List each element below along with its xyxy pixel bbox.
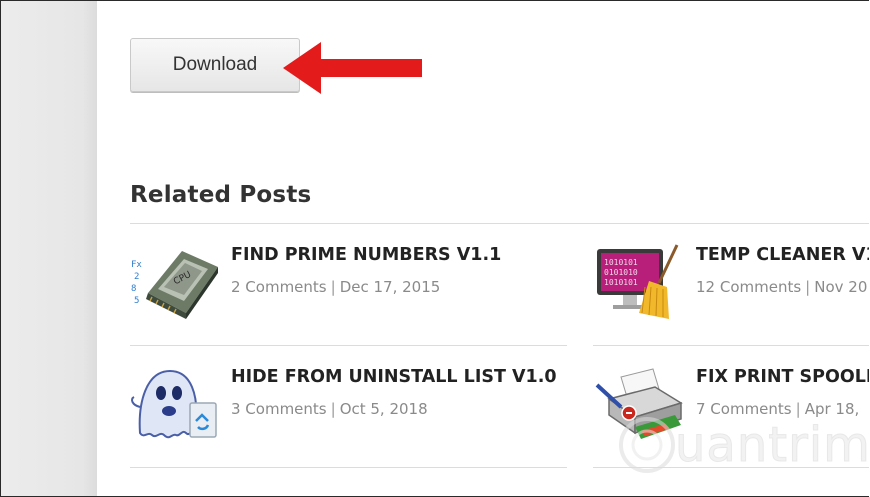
svg-text:1010101: 1010101 <box>604 258 638 267</box>
post-date: Nov 20 <box>814 278 868 296</box>
post-comments-link[interactable]: 2 Comments <box>231 278 327 296</box>
post-comments-link[interactable]: 3 Comments <box>231 400 327 418</box>
red-arrow-icon <box>283 42 422 94</box>
svg-text:Fx: Fx <box>131 260 142 270</box>
post-title[interactable]: TEMP CLEANER V1 <box>696 245 869 265</box>
post-row-divider <box>130 345 567 346</box>
post-meta: 12 Comments | Nov 20 <box>696 278 867 296</box>
meta-separator: | <box>805 278 811 296</box>
watermark-logo-icon <box>619 417 675 473</box>
post-title[interactable]: FIND PRIME NUMBERS V1.1 <box>231 245 501 265</box>
download-button[interactable]: Download <box>130 38 300 92</box>
heading-divider <box>130 223 869 224</box>
meta-separator: | <box>330 400 336 418</box>
meta-separator: | <box>330 278 336 296</box>
related-posts-heading: Related Posts <box>130 182 312 208</box>
left-gutter <box>1 1 97 496</box>
watermark-text: uantrimang <box>674 417 869 474</box>
post-comments-link[interactable]: 12 Comments <box>696 278 801 296</box>
post-row-divider <box>593 345 869 346</box>
ghost-icon[interactable] <box>130 363 220 443</box>
svg-text:2: 2 <box>134 272 139 282</box>
post-title[interactable]: FIX PRINT SPOOLE <box>696 367 869 387</box>
post-title[interactable]: HIDE FROM UNINSTALL LIST V1.0 <box>231 367 557 387</box>
monitor-broom-icon[interactable]: 1010101 0101010 1010101 <box>595 241 685 321</box>
svg-text:0101010: 0101010 <box>604 268 638 277</box>
post-meta: 2 Comments | Dec 17, 2015 <box>231 278 440 296</box>
cpu-chip-icon[interactable]: Fx 2 8 5 CPU <box>130 241 220 321</box>
post-meta: 3 Comments | Oct 5, 2018 <box>231 400 428 418</box>
svg-text:5: 5 <box>134 296 139 306</box>
page-frame: Download Related Posts Fx 2 8 5 CPU FIND… <box>0 0 869 497</box>
post-row-divider <box>130 467 567 468</box>
main-content: Download Related Posts Fx 2 8 5 CPU FIND… <box>97 1 869 496</box>
svg-text:8: 8 <box>131 284 136 294</box>
post-date: Oct 5, 2018 <box>339 400 428 418</box>
svg-text:1010101: 1010101 <box>604 278 638 287</box>
watermark: uantrimang <box>617 409 869 489</box>
post-date: Dec 17, 2015 <box>339 278 441 296</box>
